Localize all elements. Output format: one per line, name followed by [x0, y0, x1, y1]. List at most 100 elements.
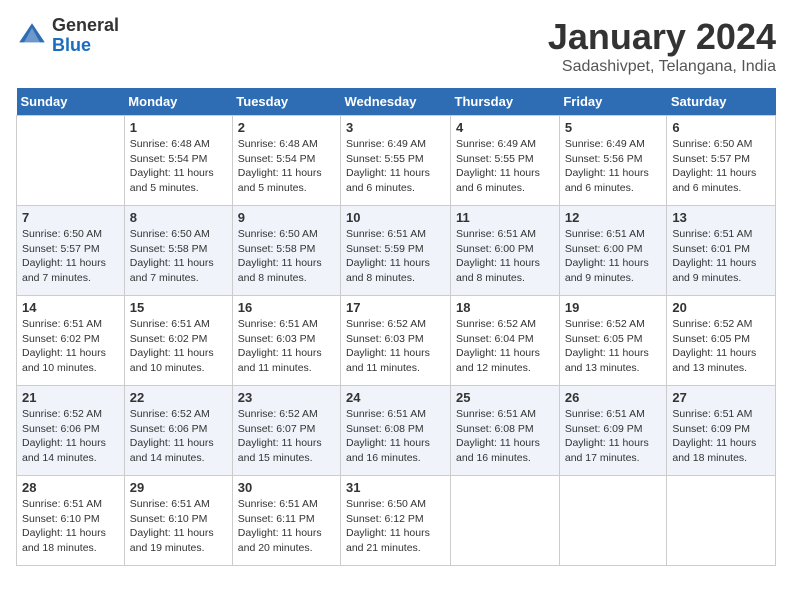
- sunrise-text: Sunrise: 6:50 AM: [238, 227, 335, 242]
- day-number: 25: [456, 390, 554, 405]
- day-number: 11: [456, 210, 554, 225]
- day-header-monday: Monday: [124, 88, 232, 116]
- daylight-text: Daylight: 11 hours and 10 minutes.: [22, 346, 119, 375]
- day-number: 20: [672, 300, 770, 315]
- daylight-text: Daylight: 11 hours and 5 minutes.: [130, 166, 227, 195]
- day-number: 22: [130, 390, 227, 405]
- calendar-cell: 20Sunrise: 6:52 AMSunset: 6:05 PMDayligh…: [667, 296, 776, 386]
- daylight-text: Daylight: 11 hours and 16 minutes.: [346, 436, 445, 465]
- sunrise-text: Sunrise: 6:51 AM: [346, 407, 445, 422]
- sunset-text: Sunset: 5:54 PM: [238, 152, 335, 167]
- day-info: Sunrise: 6:49 AMSunset: 5:55 PMDaylight:…: [456, 137, 554, 196]
- sunrise-text: Sunrise: 6:51 AM: [238, 317, 335, 332]
- sunset-text: Sunset: 5:57 PM: [22, 242, 119, 257]
- day-header-saturday: Saturday: [667, 88, 776, 116]
- daylight-text: Daylight: 11 hours and 7 minutes.: [22, 256, 119, 285]
- day-info: Sunrise: 6:51 AMSunset: 5:59 PMDaylight:…: [346, 227, 445, 286]
- day-number: 1: [130, 120, 227, 135]
- calendar-cell: 7Sunrise: 6:50 AMSunset: 5:57 PMDaylight…: [17, 206, 125, 296]
- sunrise-text: Sunrise: 6:50 AM: [130, 227, 227, 242]
- calendar-cell: 31Sunrise: 6:50 AMSunset: 6:12 PMDayligh…: [341, 476, 451, 566]
- title-area: January 2024 Sadashivpet, Telangana, Ind…: [548, 16, 776, 76]
- sunset-text: Sunset: 6:07 PM: [238, 422, 335, 437]
- daylight-text: Daylight: 11 hours and 9 minutes.: [672, 256, 770, 285]
- day-number: 28: [22, 480, 119, 495]
- daylight-text: Daylight: 11 hours and 8 minutes.: [456, 256, 554, 285]
- day-number: 16: [238, 300, 335, 315]
- day-info: Sunrise: 6:51 AMSunset: 6:00 PMDaylight:…: [456, 227, 554, 286]
- day-info: Sunrise: 6:52 AMSunset: 6:04 PMDaylight:…: [456, 317, 554, 376]
- day-header-friday: Friday: [559, 88, 667, 116]
- day-number: 23: [238, 390, 335, 405]
- calendar-cell: 26Sunrise: 6:51 AMSunset: 6:09 PMDayligh…: [559, 386, 667, 476]
- calendar-cell: [559, 476, 667, 566]
- sunset-text: Sunset: 5:59 PM: [346, 242, 445, 257]
- calendar-week-3: 14Sunrise: 6:51 AMSunset: 6:02 PMDayligh…: [17, 296, 776, 386]
- days-header-row: SundayMondayTuesdayWednesdayThursdayFrid…: [17, 88, 776, 116]
- calendar-cell: 12Sunrise: 6:51 AMSunset: 6:00 PMDayligh…: [559, 206, 667, 296]
- calendar-cell: 14Sunrise: 6:51 AMSunset: 6:02 PMDayligh…: [17, 296, 125, 386]
- day-info: Sunrise: 6:50 AMSunset: 5:57 PMDaylight:…: [672, 137, 770, 196]
- day-number: 27: [672, 390, 770, 405]
- calendar-cell: 29Sunrise: 6:51 AMSunset: 6:10 PMDayligh…: [124, 476, 232, 566]
- logo: General Blue: [16, 16, 119, 56]
- header: General Blue January 2024 Sadashivpet, T…: [16, 16, 776, 76]
- daylight-text: Daylight: 11 hours and 18 minutes.: [672, 436, 770, 465]
- day-header-tuesday: Tuesday: [232, 88, 340, 116]
- calendar-cell: 27Sunrise: 6:51 AMSunset: 6:09 PMDayligh…: [667, 386, 776, 476]
- day-info: Sunrise: 6:48 AMSunset: 5:54 PMDaylight:…: [238, 137, 335, 196]
- calendar-cell: 4 Sunrise: 6:49 AMSunset: 5:55 PMDaylight…: [451, 116, 560, 206]
- daylight-text: Daylight: 11 hours and 18 minutes.: [22, 526, 119, 555]
- sunrise-text: Sunrise: 6:51 AM: [22, 317, 119, 332]
- sunset-text: Sunset: 5:54 PM: [130, 152, 227, 167]
- month-title: January 2024: [548, 16, 776, 58]
- sunrise-text: Sunrise: 6:52 AM: [672, 317, 770, 332]
- calendar-cell: 28Sunrise: 6:51 AMSunset: 6:10 PMDayligh…: [17, 476, 125, 566]
- day-info: Sunrise: 6:50 AMSunset: 5:58 PMDaylight:…: [238, 227, 335, 286]
- calendar-cell: 23 Sunrise: 6:52 AMSunset: 6:07 PMDayligh…: [232, 386, 340, 476]
- sunrise-text: Sunrise: 6:51 AM: [130, 497, 227, 512]
- calendar-cell: 15Sunrise: 6:51 AMSunset: 6:02 PMDayligh…: [124, 296, 232, 386]
- day-number: 24: [346, 390, 445, 405]
- calendar-cell: 24Sunrise: 6:51 AMSunset: 6:08 PMDayligh…: [341, 386, 451, 476]
- daylight-text: Daylight: 11 hours and 9 minutes.: [565, 256, 662, 285]
- calendar-cell: [17, 116, 125, 206]
- sunset-text: Sunset: 6:02 PM: [22, 332, 119, 347]
- day-number: 17: [346, 300, 445, 315]
- day-info: Sunrise: 6:51 AMSunset: 6:11 PMDaylight:…: [238, 497, 335, 556]
- daylight-text: Daylight: 11 hours and 15 minutes.: [238, 436, 335, 465]
- sunrise-text: Sunrise: 6:51 AM: [672, 407, 770, 422]
- sunset-text: Sunset: 6:04 PM: [456, 332, 554, 347]
- logo-icon: [16, 20, 48, 52]
- daylight-text: Daylight: 11 hours and 7 minutes.: [130, 256, 227, 285]
- daylight-text: Daylight: 11 hours and 12 minutes.: [456, 346, 554, 375]
- sunrise-text: Sunrise: 6:51 AM: [456, 407, 554, 422]
- sunrise-text: Sunrise: 6:52 AM: [238, 407, 335, 422]
- day-info: Sunrise: 6:51 AMSunset: 6:08 PMDaylight:…: [456, 407, 554, 466]
- sunset-text: Sunset: 5:58 PM: [130, 242, 227, 257]
- sunrise-text: Sunrise: 6:50 AM: [22, 227, 119, 242]
- daylight-text: Daylight: 11 hours and 20 minutes.: [238, 526, 335, 555]
- calendar-week-2: 7Sunrise: 6:50 AMSunset: 5:57 PMDaylight…: [17, 206, 776, 296]
- day-number: 6: [672, 120, 770, 135]
- day-number: 9: [238, 210, 335, 225]
- daylight-text: Daylight: 11 hours and 6 minutes.: [565, 166, 662, 195]
- day-number: 18: [456, 300, 554, 315]
- day-number: 10: [346, 210, 445, 225]
- calendar-cell: 25 Sunrise: 6:51 AMSunset: 6:08 PMDayligh…: [451, 386, 560, 476]
- calendar-cell: 6 Sunrise: 6:50 AMSunset: 5:57 PMDaylight…: [667, 116, 776, 206]
- logo-blue-text: Blue: [52, 36, 119, 56]
- sunrise-text: Sunrise: 6:52 AM: [22, 407, 119, 422]
- day-number: 19: [565, 300, 662, 315]
- day-number: 4: [456, 120, 554, 135]
- sunrise-text: Sunrise: 6:52 AM: [346, 317, 445, 332]
- day-info: Sunrise: 6:51 AMSunset: 6:01 PMDaylight:…: [672, 227, 770, 286]
- day-number: 30: [238, 480, 335, 495]
- calendar-cell: 18 Sunrise: 6:52 AMSunset: 6:04 PMDayligh…: [451, 296, 560, 386]
- daylight-text: Daylight: 11 hours and 17 minutes.: [565, 436, 662, 465]
- day-number: 2: [238, 120, 335, 135]
- day-info: Sunrise: 6:49 AMSunset: 5:55 PMDaylight:…: [346, 137, 445, 196]
- sunset-text: Sunset: 6:12 PM: [346, 512, 445, 527]
- sunrise-text: Sunrise: 6:50 AM: [346, 497, 445, 512]
- daylight-text: Daylight: 11 hours and 6 minutes.: [456, 166, 554, 195]
